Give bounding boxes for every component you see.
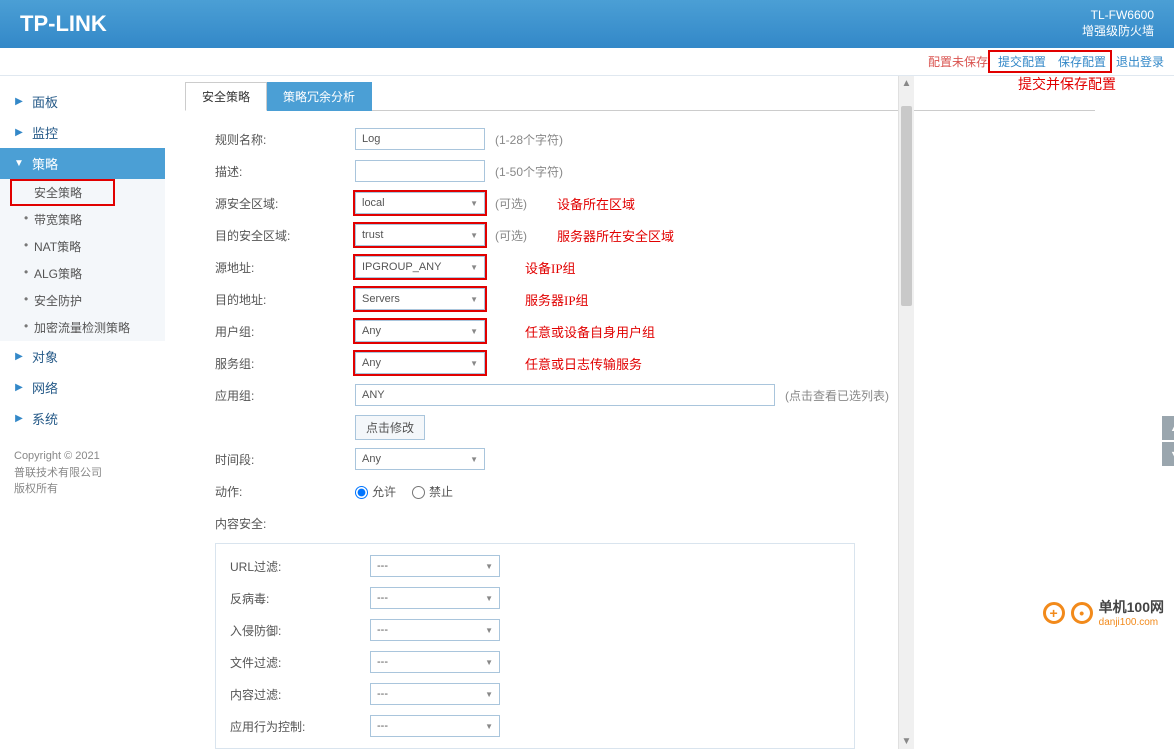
- watermark-text: 单机100网: [1099, 599, 1164, 615]
- tab-security-policy[interactable]: 安全策略: [185, 82, 267, 111]
- nav-panel[interactable]: ▶面板: [0, 86, 165, 117]
- watermark: + • 单机100网 danji100.com: [1043, 597, 1164, 628]
- desc-input[interactable]: [355, 160, 485, 182]
- tab-bar: 安全策略 策略冗余分析: [185, 82, 1174, 111]
- nav-network[interactable]: ▶网络: [0, 372, 165, 403]
- dst-zone-hint: (可选): [495, 227, 527, 244]
- nav-alg-policy[interactable]: ALG策略: [0, 260, 165, 287]
- chevron-right-icon: ▶: [14, 351, 24, 362]
- time-label: 时间段:: [215, 451, 355, 468]
- back-to-top-button[interactable]: ▲返回顶部: [1162, 416, 1174, 440]
- nav-policy-submenu: 安全策略 带宽策略 NAT策略 ALG策略 安全防护 加密流量检测策略: [0, 179, 165, 341]
- model-info: TL-FW6600 增强级防火墙: [1082, 8, 1154, 39]
- action-label: 动作:: [215, 483, 355, 500]
- content-filter-select[interactable]: ---: [370, 683, 500, 705]
- rule-name-label: 规则名称:: [215, 131, 355, 148]
- chevron-right-icon: ▶: [14, 96, 24, 107]
- dst-addr-select[interactable]: Servers: [355, 288, 485, 310]
- rule-name-hint: (1-28个字符): [495, 131, 563, 148]
- annotation-src-zone: 设备所在区域: [557, 194, 635, 213]
- time-select[interactable]: Any: [355, 448, 485, 470]
- nav-encrypted-traffic[interactable]: 加密流量检测策略: [0, 314, 165, 341]
- dst-zone-label: 目的安全区域:: [215, 227, 355, 244]
- copyright: Copyright © 2021 普联技术有限公司 版权所有: [0, 434, 165, 512]
- content-filter-label: 内容过滤:: [230, 686, 370, 703]
- app-group-hint: (点击查看已选列表): [785, 387, 889, 404]
- content-security-panel: URL过滤: --- 反病毒: --- 入侵防御: --- 文件过滤: --- …: [215, 543, 855, 749]
- watermark-icon: •: [1071, 602, 1093, 624]
- content-security-label: 内容安全:: [215, 515, 355, 532]
- annotation-dst-addr: 服务器IP组: [525, 290, 589, 309]
- model-name: TL-FW6600: [1082, 8, 1154, 24]
- behavior-select[interactable]: ---: [370, 715, 500, 737]
- nav-system[interactable]: ▶系统: [0, 403, 165, 434]
- watermark-url: danji100.com: [1099, 617, 1164, 628]
- chevron-up-icon: ▲: [1170, 423, 1174, 433]
- antivirus-select[interactable]: ---: [370, 587, 500, 609]
- behavior-label: 应用行为控制:: [230, 718, 370, 735]
- action-deny-radio[interactable]: 禁止: [412, 483, 453, 500]
- antivirus-label: 反病毒:: [230, 590, 370, 607]
- nav-policy[interactable]: ▼策略: [0, 148, 165, 179]
- action-allow-radio[interactable]: 允许: [355, 483, 396, 500]
- file-filter-label: 文件过滤:: [230, 654, 370, 671]
- annotation-user-group: 任意或设备自身用户组: [525, 322, 655, 341]
- scroll-down-icon[interactable]: ▼: [899, 736, 914, 747]
- scroll-up-icon[interactable]: ▲: [899, 78, 914, 89]
- scrollbar[interactable]: ▲ ▼: [898, 76, 914, 749]
- desc-hint: (1-50个字符): [495, 163, 563, 180]
- main-content: 安全策略 策略冗余分析 规则名称: Log (1-28个字符) 描述: (1-5…: [165, 76, 1174, 749]
- ips-label: 入侵防御:: [230, 622, 370, 639]
- scroll-shortcut-buttons: ▲返回顶部 ▼前往底部: [1162, 416, 1174, 468]
- app-header: TP-LINK TL-FW6600 增强级防火墙: [0, 0, 1174, 48]
- desc-label: 描述:: [215, 163, 355, 180]
- nav-nat-policy[interactable]: NAT策略: [0, 233, 165, 260]
- url-filter-label: URL过滤:: [230, 558, 370, 575]
- chevron-down-icon: ▼: [14, 158, 24, 169]
- src-addr-select[interactable]: IPGROUP_ANY: [355, 256, 485, 278]
- ips-select[interactable]: ---: [370, 619, 500, 641]
- annotation-dst-zone: 服务器所在安全区域: [557, 226, 674, 245]
- src-zone-select[interactable]: local: [355, 192, 485, 214]
- app-group-input[interactable]: ANY: [355, 384, 775, 406]
- sidebar: ▶面板 ▶监控 ▼策略 安全策略 带宽策略 NAT策略 ALG策略 安全防护 加…: [0, 76, 165, 749]
- file-filter-select[interactable]: ---: [370, 651, 500, 673]
- annotation-src-addr: 设备IP组: [525, 258, 576, 277]
- chevron-right-icon: ▶: [14, 382, 24, 393]
- src-zone-label: 源安全区域:: [215, 195, 355, 212]
- src-addr-label: 源地址:: [215, 259, 355, 276]
- user-group-select[interactable]: Any: [355, 320, 485, 342]
- chevron-down-icon: ▼: [1170, 449, 1174, 459]
- nav-object[interactable]: ▶对象: [0, 341, 165, 372]
- model-desc: 增强级防火墙: [1082, 24, 1154, 40]
- nav-security-protection[interactable]: 安全防护: [0, 287, 165, 314]
- save-config-link[interactable]: 保存配置: [1054, 52, 1110, 71]
- chevron-right-icon: ▶: [14, 127, 24, 138]
- src-zone-hint: (可选): [495, 195, 527, 212]
- chevron-right-icon: ▶: [14, 413, 24, 424]
- top-action-bar: 配置未保存 提交配置 保存配置 退出登录 提交并保存配置: [0, 48, 1174, 76]
- logout-link[interactable]: 退出登录: [1116, 53, 1164, 70]
- config-unsaved-label: 配置未保存: [928, 53, 988, 70]
- nav-monitor[interactable]: ▶监控: [0, 117, 165, 148]
- rule-name-input[interactable]: Log: [355, 128, 485, 150]
- user-group-label: 用户组:: [215, 323, 355, 340]
- app-group-label: 应用组:: [215, 387, 355, 404]
- url-filter-select[interactable]: ---: [370, 555, 500, 577]
- dst-zone-select[interactable]: trust: [355, 224, 485, 246]
- watermark-icon: +: [1043, 602, 1065, 624]
- annotation-service-group: 任意或日志传输服务: [525, 354, 642, 373]
- service-group-select[interactable]: Any: [355, 352, 485, 374]
- service-group-label: 服务组:: [215, 355, 355, 372]
- scroll-thumb[interactable]: [901, 106, 912, 306]
- nav-security-policy[interactable]: 安全策略: [10, 179, 115, 206]
- nav-bandwidth-policy[interactable]: 带宽策略: [0, 206, 165, 233]
- go-to-bottom-button[interactable]: ▼前往底部: [1162, 442, 1174, 466]
- submit-config-link[interactable]: 提交配置: [994, 52, 1050, 71]
- tab-redundancy-analysis[interactable]: 策略冗余分析: [266, 82, 372, 111]
- modify-button[interactable]: 点击修改: [355, 415, 425, 440]
- dst-addr-label: 目的地址:: [215, 291, 355, 308]
- logo: TP-LINK: [20, 11, 107, 37]
- form-area: 规则名称: Log (1-28个字符) 描述: (1-50个字符) 源安全区域:…: [185, 111, 1085, 749]
